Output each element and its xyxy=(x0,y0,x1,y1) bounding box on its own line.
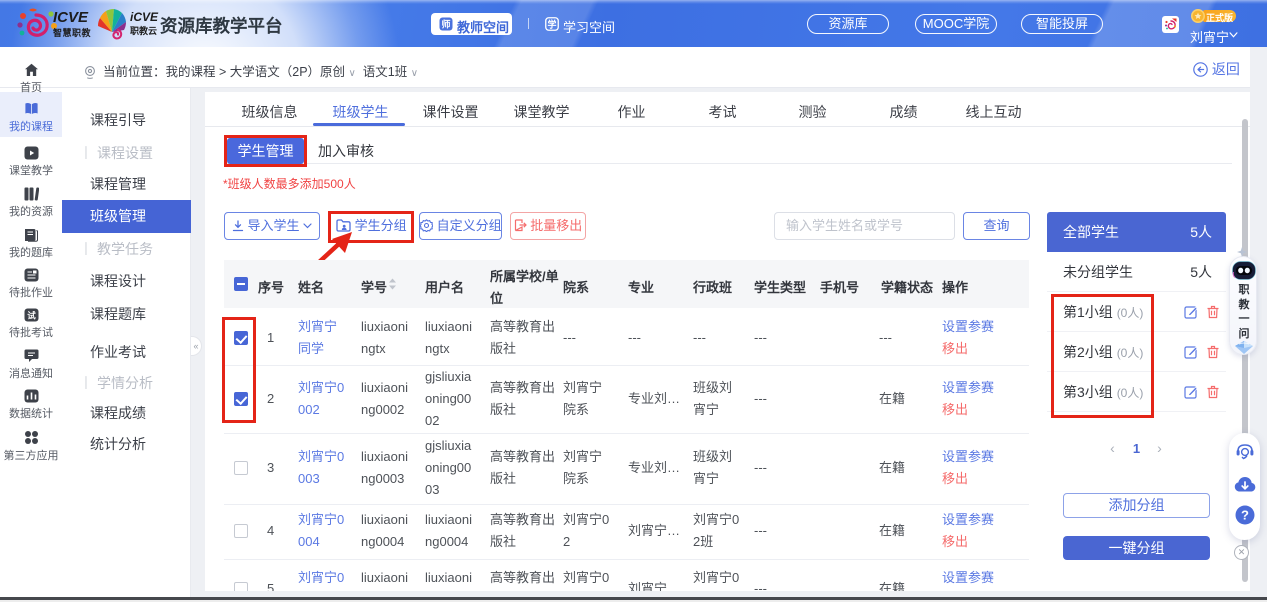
svg-text:学: 学 xyxy=(547,19,556,30)
svg-text:?: ? xyxy=(1241,508,1249,523)
svg-text:试: 试 xyxy=(27,311,36,321)
svg-text:师: 师 xyxy=(441,19,450,30)
